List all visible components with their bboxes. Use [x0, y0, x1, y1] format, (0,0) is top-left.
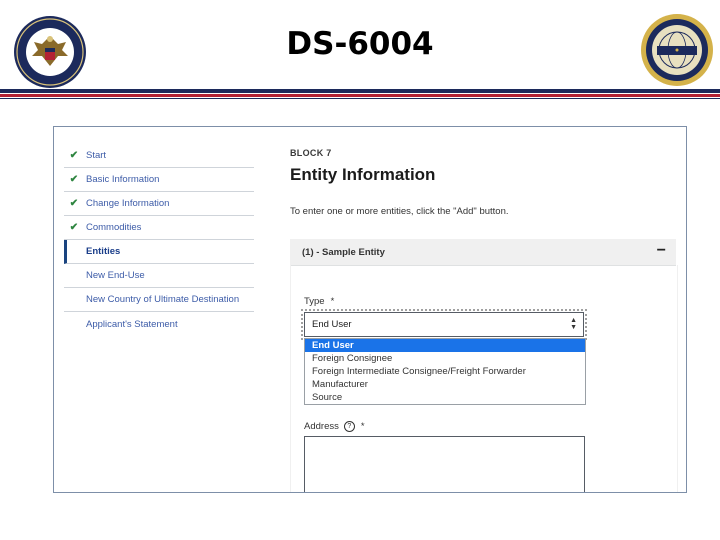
sidebar-item-label: New Country of Ultimate Destination	[86, 294, 240, 305]
accordion-title: (1) - Sample Entity	[302, 247, 385, 258]
help-icon[interactable]: ?	[343, 421, 355, 432]
instructions-text: To enter one or more entities, click the…	[290, 206, 509, 217]
check-icon: ✔	[69, 174, 79, 185]
sidebar-item-start[interactable]: ✔ Start	[64, 144, 254, 168]
entity-accordion-header[interactable]: (1) - Sample Entity −	[290, 239, 676, 266]
type-label: Type *	[304, 296, 334, 307]
address-textarea[interactable]	[304, 436, 585, 492]
select-arrows-icon: ▲ ▼	[570, 317, 577, 331]
header-rule-navy-thin	[0, 98, 720, 99]
sidebar-item-entities[interactable]: Entities	[64, 240, 254, 264]
sidebar-item-label: New End-Use	[86, 270, 145, 281]
block-label: BLOCK 7	[290, 148, 332, 158]
sidebar-item-label: Entities	[86, 246, 121, 257]
required-mark: *	[360, 421, 365, 433]
check-icon: ✔	[69, 222, 79, 233]
sidebar-item-new-country[interactable]: New Country of Ultimate Destination	[64, 288, 254, 312]
application-screenshot: ✔ Start ✔ Basic Information ✔ Change Inf…	[53, 126, 687, 493]
type-select[interactable]: End User ▲ ▼	[301, 309, 587, 340]
ddtc-seal	[641, 14, 713, 86]
header-rule-navy	[0, 89, 720, 93]
type-dropdown-list: End User Foreign Consignee Foreign Inter…	[304, 338, 586, 405]
check-icon: ✔	[69, 198, 79, 209]
address-label-text: Address	[304, 421, 339, 433]
required-mark: *	[330, 296, 335, 307]
dropdown-option-source[interactable]: Source	[305, 391, 585, 404]
page-title: Entity Information	[290, 165, 436, 184]
header-rule-red	[0, 94, 720, 97]
sidebar-item-change-information[interactable]: ✔ Change Information	[64, 192, 254, 216]
address-label: Address? *	[304, 421, 365, 432]
dropdown-option-foreign-intermediate-consignee[interactable]: Foreign Intermediate Consignee/Freight F…	[305, 365, 585, 378]
sidebar-item-label: Start	[86, 150, 107, 161]
collapse-icon[interactable]: −	[657, 242, 666, 260]
sidebar-item-new-end-use[interactable]: New End-Use	[64, 264, 254, 288]
sidebar-item-label: Change Information	[86, 198, 170, 209]
type-select-value: End User	[312, 319, 352, 330]
sidebar-item-label: Commodities	[86, 222, 142, 233]
dropdown-option-end-user[interactable]: End User	[305, 339, 585, 352]
type-label-text: Type	[304, 296, 325, 307]
sidebar-item-applicants-statement[interactable]: Applicant's Statement	[64, 313, 254, 336]
dropdown-option-foreign-consignee[interactable]: Foreign Consignee	[305, 352, 585, 365]
slide-title: DS-6004	[286, 26, 434, 62]
sidebar-item-basic-information[interactable]: ✔ Basic Information	[64, 168, 254, 192]
check-icon: ✔	[69, 150, 79, 161]
sidebar-item-commodities[interactable]: ✔ Commodities	[64, 216, 254, 240]
sidebar-item-label: Applicant's Statement	[86, 319, 178, 330]
dropdown-option-manufacturer[interactable]: Manufacturer	[305, 378, 585, 391]
sidebar-item-label: Basic Information	[86, 174, 160, 185]
